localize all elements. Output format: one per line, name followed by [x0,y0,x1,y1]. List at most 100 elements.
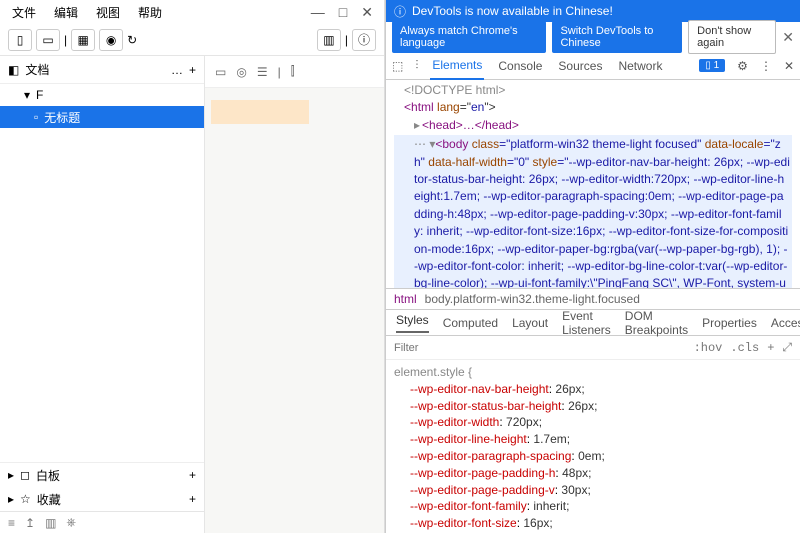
add-icon[interactable]: + [189,492,196,506]
menu-help[interactable]: 帮助 [130,2,170,23]
filter-input[interactable] [394,342,686,354]
chevron-right-icon: ▸ [8,468,14,482]
device-icon[interactable]: ⫶ [415,58,418,73]
html-tag[interactable]: <html lang="en"> [394,99,792,116]
statusbar: ≡ ↥ ▥ ⎈ [0,511,204,533]
tree-file-selected[interactable]: ▫ 无标题 [0,106,204,128]
css-declaration[interactable]: --wp-editor-width: 720px; [394,414,792,431]
devtools: ⓘ DevTools is now available in Chinese! … [385,0,800,533]
star-icon: ☆ [20,492,31,506]
styles-filter: :hov .cls + ⤢ [386,336,800,360]
sidebar-title: 文档 [25,61,49,78]
dont-show-button[interactable]: Don't show again [688,20,776,54]
body-tag-selected[interactable]: ⋯ ▾<body class="platform-win32 theme-lig… [394,135,792,288]
close-icon[interactable]: ✕ [782,29,794,46]
window-controls: — □ ✕ [225,0,385,24]
maximize-icon[interactable]: □ [339,4,347,20]
breadcrumb[interactable]: html body.platform-win32.theme-light.foc… [386,288,800,310]
more-icon[interactable]: … [171,63,183,77]
app-window: 文件 编辑 视图 帮助 — □ ✕ ▯ ▭ | ▦ ◉ ↻ ▥ | ⓘ ◧ 文档 [0,0,385,533]
page-icon[interactable]: ▭ [215,65,226,79]
css-declaration[interactable]: --wp-editor-font-size: 16px; [394,515,792,532]
css-declaration[interactable]: --wp-editor-font-family: inherit; [394,498,792,515]
whiteboard-icon: ◻ [20,468,30,482]
gear-icon[interactable]: ⚙ [737,59,748,73]
tab-styles[interactable]: Styles [396,313,429,333]
file-tree: ▾ F ▫ 无标题 [0,84,204,462]
css-declaration[interactable]: --wp-editor-page-padding-v: 30px; [394,482,792,499]
columns-icon[interactable]: ⫿ [291,64,295,79]
tab-accessibility[interactable]: Accessibility [771,316,800,330]
label: 收藏 [37,491,61,508]
devtools-banner: ⓘ DevTools is now available in Chinese! [386,0,800,22]
layout-left-button[interactable]: ▯ [8,29,32,51]
tab-elements[interactable]: Elements [430,52,484,80]
switch-language-button[interactable]: Switch DevTools to Chinese [552,21,682,53]
tab-event-listeners[interactable]: Event Listeners [562,309,611,337]
grid-button[interactable]: ▦ [71,29,95,51]
add-rule-icon[interactable]: + [767,341,774,355]
toolbar: ▯ ▭ | ▦ ◉ ↻ ▥ | ⓘ [0,24,384,56]
sidebar-footer: ▸ ◻ 白板 + ▸ ☆ 收藏 + [0,462,204,511]
tab-layout[interactable]: Layout [512,316,548,330]
sidebar-header: ◧ 文档 … + [0,56,204,84]
dom-tree[interactable]: <!DOCTYPE html> <html lang="en"> ▸<head>… [386,80,800,288]
gear-icon[interactable]: ⎈ [66,515,76,530]
tab-dom-breakpoints[interactable]: DOM Breakpoints [625,309,688,337]
layout-full-button[interactable]: ▭ [36,29,60,51]
close-icon[interactable]: ✕ [784,59,794,73]
hov-toggle[interactable]: :hov [694,341,723,355]
tree-folder[interactable]: ▾ F [0,84,204,106]
upload-icon[interactable]: ↥ [25,516,35,530]
css-declaration[interactable]: --wp-editor-paragraph-spacing: 0em; [394,448,792,465]
add-icon[interactable]: + [189,63,196,77]
more-icon[interactable]: ⋮ [760,59,772,73]
crumb-body[interactable]: body.platform-win32.theme-light.focused [425,292,640,306]
eye-button[interactable]: ◉ [99,29,123,51]
selector: element.style { [394,364,792,381]
css-declaration[interactable]: --wp-editor-nav-bar-height: 26px; [394,381,792,398]
menu-file[interactable]: 文件 [4,2,44,23]
divider-icon: | [278,65,281,79]
chevron-down-icon: ▾ [24,88,30,102]
file-icon: ▫ [34,110,38,124]
match-language-button[interactable]: Always match Chrome's language [392,21,546,53]
banner-actions: Always match Chrome's language Switch De… [386,22,800,52]
label: 白板 [36,467,60,484]
info-button[interactable]: ⓘ [352,29,376,51]
crumb-html[interactable]: html [394,292,417,306]
divider-icon: | [64,33,67,47]
chevron-right-icon: ▸ [8,492,14,506]
menu-view[interactable]: 视图 [88,2,128,23]
tab-properties[interactable]: Properties [702,316,757,330]
editor-pane: ▭ ◎ ☰ | ⫿ [205,56,384,533]
messages-badge[interactable]: ▯ 1 [699,59,725,72]
devtools-tabs: ⬚ ⫶ Elements Console Sources Network ▯ 1… [386,52,800,80]
list-icon[interactable]: ≡ [8,516,15,530]
styles-pane[interactable]: element.style { --wp-editor-nav-bar-heig… [386,360,800,533]
camera-icon[interactable]: ◎ [236,65,246,79]
board-button[interactable]: ▥ [317,29,341,51]
cls-toggle[interactable]: .cls [730,341,759,355]
tab-network[interactable]: Network [616,53,664,79]
add-icon[interactable]: + [189,468,196,482]
close-icon[interactable]: ✕ [361,4,373,21]
css-declaration[interactable]: --wp-editor-line-height: 1.7em; [394,431,792,448]
outline-icon[interactable]: ☰ [257,65,268,79]
css-declaration[interactable]: --wp-editor-status-bar-height: 26px; [394,398,792,415]
expand-icon[interactable]: ⤢ [782,341,792,355]
tab-sources[interactable]: Sources [556,53,604,79]
minimize-icon[interactable]: — [311,4,325,20]
refresh-icon[interactable]: ↻ [127,33,137,47]
sidebar-favorites[interactable]: ▸ ☆ 收藏 + [0,487,204,511]
tab-console[interactable]: Console [496,53,544,79]
tab-computed[interactable]: Computed [443,316,498,330]
head-tag[interactable]: ▸<head>…</head> [394,117,792,134]
sidebar-whiteboard[interactable]: ▸ ◻ 白板 + [0,463,204,487]
doctype: <!DOCTYPE html> [394,82,792,99]
grid-icon[interactable]: ▥ [45,516,56,530]
editor-body[interactable] [205,88,384,533]
css-declaration[interactable]: --wp-editor-page-padding-h: 48px; [394,465,792,482]
menu-edit[interactable]: 编辑 [46,2,86,23]
inspect-icon[interactable]: ⬚ [392,59,403,73]
